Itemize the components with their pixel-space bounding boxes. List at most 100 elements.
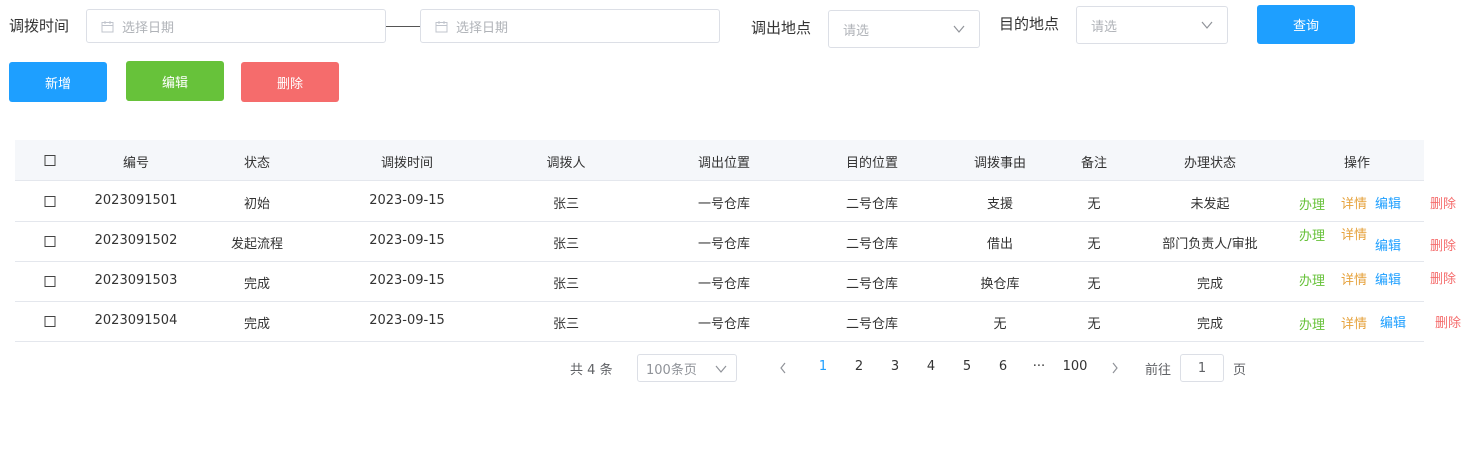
detail-link[interactable]: 详情 (1341, 269, 1367, 288)
page-number-2[interactable]: 2 (855, 359, 863, 374)
cell-status: 完成 (243, 317, 271, 332)
edit-button[interactable]: 编辑 (126, 61, 224, 101)
cell-from: 一号仓库 (697, 277, 751, 292)
edit-link[interactable]: 编辑 (1375, 235, 1401, 254)
handle-link[interactable]: 办理 (1299, 314, 1325, 333)
cell-reason: 支援 (986, 197, 1014, 212)
cell-time: 2023-09-15 (369, 313, 445, 328)
cell-time: 2023-09-15 (369, 193, 445, 208)
cell-from: 一号仓库 (697, 197, 751, 212)
row-checkbox[interactable] (44, 276, 56, 287)
from-location-label: 调出地点 (751, 19, 812, 37)
handle-link[interactable]: 办理 (1299, 270, 1325, 289)
delete-link[interactable]: 删除 (1430, 268, 1456, 287)
page-number-3[interactable]: 3 (891, 359, 899, 374)
page-ellipsis[interactable]: ··· (1033, 359, 1045, 374)
cell-reason: 换仓库 (980, 277, 1020, 292)
cell-handle-status: 未发起 (1190, 197, 1230, 212)
cell-to: 二号仓库 (845, 317, 899, 332)
cell-id: 2023091502 (94, 233, 178, 248)
page-size-select[interactable]: 100条页 (637, 354, 737, 382)
add-button[interactable]: 新增 (9, 62, 107, 102)
row-checkbox[interactable] (44, 196, 56, 207)
page-size-value: 100条页 (646, 362, 697, 378)
page-number-4[interactable]: 4 (927, 359, 935, 374)
edit-link[interactable]: 编辑 (1380, 312, 1406, 331)
page-number-5[interactable]: 5 (963, 359, 971, 374)
cell-id: 2023091501 (94, 193, 178, 208)
header-time: 调拨时间 (380, 156, 434, 171)
end-date-input[interactable]: 选择日期 (420, 9, 720, 43)
header-to: 目的位置 (845, 156, 899, 171)
table-row: 2023091503 完成 2023-09-15 张三 一号仓库 二号仓库 换仓… (15, 261, 1456, 302)
header-reason: 调拨事由 (973, 156, 1027, 171)
chevron-down-icon (715, 365, 727, 373)
next-page-icon[interactable] (1111, 362, 1119, 374)
cell-time: 2023-09-15 (369, 273, 445, 288)
chevron-down-icon (953, 25, 965, 33)
table-row: 2023091502 发起流程 2023-09-15 张三 一号仓库 二号仓库 … (15, 221, 1456, 262)
query-button[interactable]: 查询 (1257, 5, 1355, 44)
delete-link[interactable]: 删除 (1430, 193, 1456, 212)
start-date-input[interactable]: 选择日期 (86, 9, 386, 43)
cell-from: 一号仓库 (697, 237, 751, 252)
delete-link[interactable]: 删除 (1435, 312, 1461, 331)
cell-handle-status: 完成 (1196, 277, 1224, 292)
to-location-label: 目的地点 (999, 15, 1060, 33)
goto-suffix: 页 (1233, 363, 1247, 378)
select-all-checkbox[interactable] (44, 155, 56, 166)
date-range-separator (386, 26, 420, 27)
row-checkbox[interactable] (44, 236, 56, 247)
prev-page-icon[interactable] (779, 362, 787, 374)
page-number-1[interactable]: 1 (819, 359, 827, 374)
delete-button[interactable]: 删除 (241, 62, 339, 102)
header-from: 调出位置 (697, 156, 751, 171)
to-location-select[interactable]: 请选 (1076, 6, 1228, 44)
cell-status: 完成 (243, 277, 271, 292)
cell-id: 2023091503 (94, 273, 178, 288)
cell-to: 二号仓库 (845, 277, 899, 292)
cell-to: 二号仓库 (845, 197, 899, 212)
handle-link[interactable]: 办理 (1299, 194, 1325, 213)
cell-person: 张三 (552, 197, 580, 212)
edit-link[interactable]: 编辑 (1375, 269, 1401, 288)
page-number-6[interactable]: 6 (999, 359, 1007, 374)
header-handle-status: 办理状态 (1183, 156, 1237, 171)
handle-link[interactable]: 办理 (1299, 225, 1325, 244)
time-filter-label: 调拨时间 (9, 17, 70, 35)
row-checkbox[interactable] (44, 316, 56, 327)
cell-note: 无 (1087, 237, 1101, 252)
detail-link[interactable]: 详情 (1341, 193, 1367, 212)
edit-link[interactable]: 编辑 (1375, 193, 1401, 212)
cell-status: 初始 (243, 197, 271, 212)
header-status: 状态 (243, 156, 271, 171)
cell-status: 发起流程 (230, 237, 284, 252)
from-location-select[interactable]: 请选 (828, 10, 980, 48)
cell-person: 张三 (552, 317, 580, 332)
detail-link[interactable]: 详情 (1341, 313, 1367, 332)
goto-page-value: 1 (1197, 360, 1207, 376)
goto-page-input[interactable]: 1 (1180, 354, 1224, 382)
page-number-last[interactable]: 100 (1063, 359, 1088, 374)
cell-note: 无 (1087, 197, 1101, 212)
header-person: 调拨人 (546, 156, 586, 171)
cell-person: 张三 (552, 277, 580, 292)
pagination-total: 共 4 条 (570, 363, 613, 378)
start-date-placeholder: 选择日期 (122, 20, 175, 36)
header-id: 编号 (122, 156, 150, 171)
cell-id: 2023091504 (94, 313, 178, 328)
detail-link[interactable]: 详情 (1341, 224, 1367, 243)
header-operations: 操作 (1343, 156, 1371, 171)
to-location-placeholder: 请选 (1091, 19, 1118, 35)
cell-person: 张三 (552, 237, 580, 252)
cell-handle-status: 部门负责人/审批 (1162, 237, 1258, 252)
from-location-placeholder: 请选 (843, 23, 870, 39)
end-date-placeholder: 选择日期 (456, 20, 509, 36)
chevron-down-icon (1201, 21, 1213, 29)
delete-link[interactable]: 删除 (1430, 235, 1456, 254)
calendar-icon (435, 20, 448, 32)
cell-reason: 借出 (986, 237, 1014, 252)
cell-to: 二号仓库 (845, 237, 899, 252)
calendar-icon (101, 20, 114, 32)
cell-note: 无 (1087, 317, 1101, 332)
